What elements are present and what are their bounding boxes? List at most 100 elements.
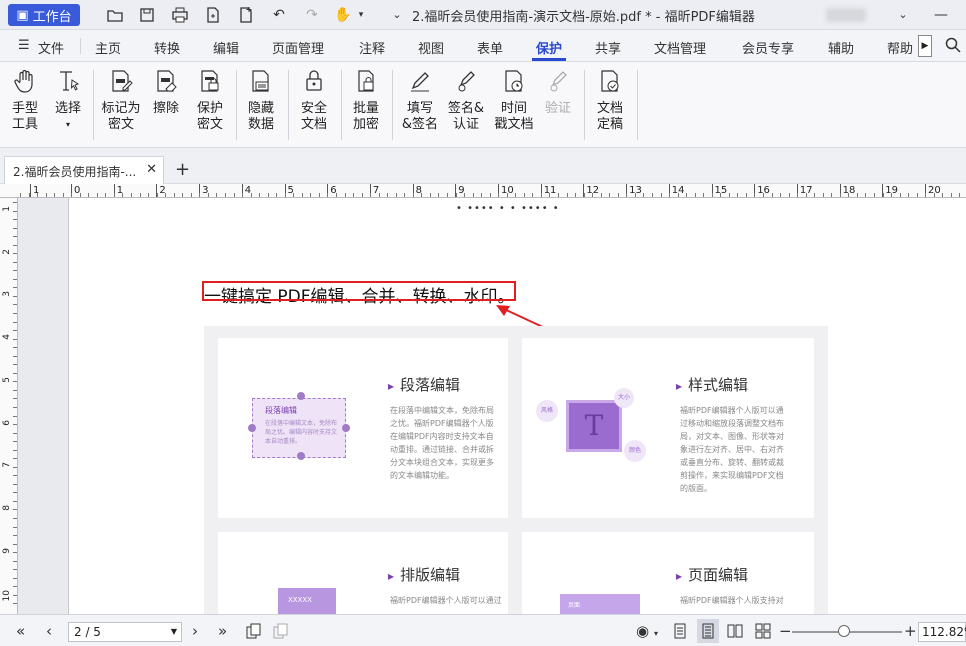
verify-icon [550, 71, 567, 92]
batch-encrypt-button[interactable]: 批量 加密 [346, 68, 386, 133]
menu-comment[interactable]: 注释 [359, 38, 385, 57]
ruler-minor-tick [617, 193, 619, 197]
protect-redact-button[interactable]: 保护 密文 [188, 68, 232, 133]
ruler-minor-tick [429, 193, 431, 197]
ruler-minor-tick [831, 193, 833, 197]
two-page-icon[interactable] [727, 623, 743, 642]
ruler-minor-tick [532, 193, 534, 197]
menu-scroll-right-icon[interactable]: ▶ [918, 35, 932, 57]
menu-file[interactable]: 文件 [38, 38, 64, 57]
hand-tool-button[interactable]: 手型 工具 [6, 68, 44, 133]
ruler-minor-tick [224, 193, 226, 197]
fill-sign-button[interactable]: 填写 &签名 [398, 68, 442, 133]
menu-hamburger-icon[interactable]: ☰ [18, 38, 30, 53]
view-dropdown-icon[interactable]: ▾ [654, 626, 658, 642]
menu-doc-management[interactable]: 文档管理 [654, 38, 706, 57]
resize-handle [342, 424, 350, 432]
verify-button[interactable]: 验证 [540, 68, 576, 117]
ruler-minor-tick [13, 569, 17, 571]
previous-page-icon[interactable]: ‹ [46, 623, 52, 639]
ruler-minor-tick [481, 193, 483, 197]
zoom-level-input[interactable]: 112.82% [918, 622, 966, 642]
horizontal-ruler: 1 0 1 2 3 4 5 6 7 8 9 10 11 12 13 14 15 16 17 18 19 20 [0, 184, 966, 198]
menu-edit[interactable]: 编辑 [213, 38, 239, 57]
ruler-minor-tick [207, 193, 209, 197]
hand-mode-dropdown-icon[interactable]: ▾ [352, 6, 370, 24]
print-icon[interactable] [171, 6, 189, 24]
active-tab-indicator [532, 58, 566, 61]
user-avatar[interactable] [826, 8, 866, 22]
zoom-out-icon[interactable]: − [779, 623, 792, 639]
text-select-icon [60, 71, 80, 91]
feature-title: 排版编辑 [388, 564, 460, 585]
ruler-minor-tick [447, 193, 448, 197]
hand-mode-icon[interactable]: ✋ [334, 6, 352, 24]
select-button[interactable]: 选择 ▾ [50, 68, 86, 133]
single-page-icon[interactable] [672, 623, 688, 642]
zoom-slider-handle[interactable] [837, 625, 850, 637]
select-dropdown-icon[interactable]: ▾ [50, 117, 86, 133]
erase-button[interactable]: 擦除 [148, 68, 184, 117]
last-page-icon[interactable]: » [218, 623, 227, 639]
extract-page-icon[interactable] [273, 623, 289, 642]
ruler-minor-tick [13, 313, 17, 315]
menu-member[interactable]: 会员专享 [742, 38, 794, 57]
sign-certify-button[interactable]: 签名& 认证 [444, 68, 488, 133]
menu-assist[interactable]: 辅助 [828, 38, 854, 57]
finalize-icon [601, 70, 619, 92]
timestamp-button[interactable]: 时间 戳文档 [492, 68, 536, 133]
redo-icon[interactable]: ↷ [303, 6, 321, 24]
menu-convert[interactable]: 转换 [154, 38, 180, 57]
close-tab-icon[interactable]: ✕ [146, 162, 157, 177]
ruler-minor-tick [626, 193, 628, 197]
highlight-rectangle [202, 281, 516, 301]
continuous-page-icon[interactable] [700, 623, 716, 642]
hide-data-button[interactable]: 隐藏 数据 [240, 68, 282, 133]
eye-view-icon[interactable]: ◉ [636, 623, 649, 639]
chevron-down-icon[interactable]: ⌄ [894, 6, 912, 24]
menu-form[interactable]: 表单 [477, 38, 503, 57]
finalize-button[interactable]: 文档 定稿 [590, 68, 630, 133]
document-tab[interactable]: 2.福昕会员使用指南-... ✕ [4, 156, 164, 184]
feature-card-page: 页面 页面编辑 福昕PDF编辑器个人版支持对 [522, 532, 814, 622]
menu-help[interactable]: 帮助 [887, 38, 913, 57]
style-tag: 颜色 [624, 440, 646, 462]
ruler-minor-tick [13, 577, 17, 579]
ruler-minor-tick [13, 517, 17, 519]
mark-redact-button[interactable]: 标记为 密文 [98, 68, 144, 133]
ribbon-separator [288, 70, 289, 140]
zoom-in-icon[interactable]: + [904, 623, 917, 639]
next-page-icon[interactable]: › [192, 623, 198, 639]
ruler-minor-tick [438, 193, 440, 197]
secure-document-button[interactable]: 安全 文档 [292, 68, 336, 133]
page-number-select[interactable]: 2 / 5 ▼ [68, 622, 182, 642]
undo-icon[interactable]: ↶ [270, 6, 288, 24]
minimize-icon[interactable]: — [932, 6, 950, 24]
rotate-view-icon[interactable] [246, 623, 262, 642]
save-icon[interactable] [138, 6, 156, 24]
ruler-minor-tick [643, 193, 645, 197]
ruler-minor-tick [762, 193, 764, 197]
menu-view[interactable]: 视图 [418, 38, 444, 57]
add-page-icon[interactable] [237, 6, 255, 24]
add-tab-icon[interactable]: + [175, 159, 190, 180]
menu-home[interactable]: 主页 [95, 38, 121, 57]
new-doc-icon[interactable] [204, 6, 222, 24]
ruler-minor-tick [600, 193, 602, 197]
menu-protect[interactable]: 保护 [536, 38, 562, 57]
first-page-icon[interactable]: « [16, 623, 25, 639]
menu-page-management[interactable]: 页面管理 [272, 38, 324, 57]
workbench-button[interactable]: ▣ 工作台 [8, 4, 80, 26]
workbench-icon: ▣ [16, 7, 29, 23]
menu-share[interactable]: 共享 [595, 38, 621, 57]
ruler-minor-tick [45, 193, 47, 197]
secure-document-label: 安全 文档 [300, 101, 327, 132]
open-folder-icon[interactable] [106, 6, 124, 24]
collapse-chevron-icon[interactable]: ⌄ [388, 6, 406, 24]
two-page-continuous-icon[interactable] [755, 623, 771, 642]
ruler-minor-tick [139, 193, 141, 197]
ruler-minor-tick [13, 415, 17, 417]
search-icon[interactable] [944, 36, 962, 58]
ruler-tick-label: 6 [2, 419, 12, 426]
ruler-minor-tick [421, 193, 423, 197]
